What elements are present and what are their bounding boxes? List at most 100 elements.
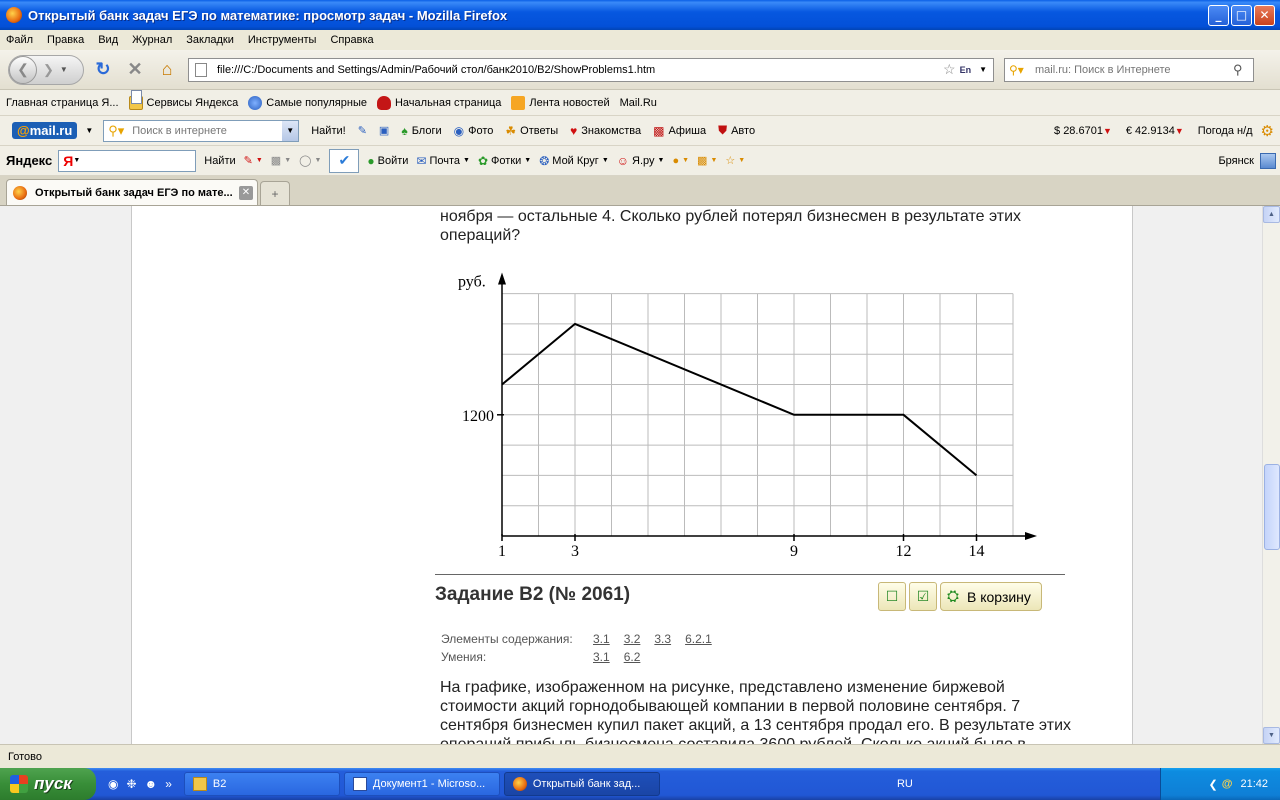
comment-icon[interactable]: ◯ ▼ [299, 154, 321, 167]
menu-bookmarks[interactable]: Закладки [186, 34, 234, 46]
taskbar-button-word[interactable]: Документ1 - Microso... [343, 772, 500, 796]
history-dropdown-icon[interactable]: ▼ [60, 65, 68, 74]
money-icon[interactable]: ● ▼ [672, 155, 689, 167]
menu-help[interactable]: Справка [330, 34, 373, 46]
menu-view[interactable]: Вид [98, 34, 118, 46]
start-button[interactable]: пуск [0, 768, 96, 800]
minimize-button[interactable]: _ [1208, 4, 1229, 26]
chevron-right-icon[interactable]: » [165, 777, 172, 791]
language-indicator[interactable]: RU [897, 778, 913, 790]
weather[interactable]: Погода н/д [1198, 125, 1253, 137]
search-icon[interactable]: ⚲ [1233, 62, 1253, 78]
menu-tools[interactable]: Инструменты [248, 34, 317, 46]
solution-icon[interactable]: ☐ [878, 582, 906, 611]
answer-icon[interactable]: ☑ [909, 582, 937, 611]
mailru-find-button[interactable]: Найти! [311, 125, 345, 137]
close-tab-icon[interactable]: ✕ [239, 185, 253, 200]
taskbar-button-folder[interactable]: B2 [183, 772, 340, 796]
menu-history[interactable]: Журнал [132, 34, 172, 46]
mailru-logo[interactable]: @mail.ru [12, 122, 78, 139]
chevron-down-icon[interactable]: ▼ [85, 126, 93, 135]
mailru-afisha[interactable]: ▩ Афиша [653, 124, 706, 138]
network-icon[interactable]: ❮ [1209, 778, 1218, 791]
star-icon[interactable]: ☆ ▼ [725, 154, 745, 167]
eur-rate[interactable]: € 42.9134▼ [1126, 125, 1184, 137]
status-text: Готово [8, 750, 42, 763]
maximize-button[interactable]: □ [1231, 4, 1252, 26]
ie-icon[interactable]: ◉ [108, 777, 118, 791]
url-dropdown-icon[interactable]: ▼ [979, 65, 987, 74]
reload-button[interactable]: ↻ [90, 57, 116, 83]
yandex-photos[interactable]: ✿ Фотки ▼ [478, 154, 531, 168]
back-button[interactable]: ❮ [9, 55, 37, 84]
yandex-find-button[interactable]: Найти [204, 155, 235, 167]
search-engine-icon[interactable]: ⚲▾ [1005, 63, 1035, 77]
add-to-cart-button[interactable]: ⛭ В корзину [940, 582, 1042, 611]
content-link[interactable]: 3.2 [624, 632, 641, 646]
url-bar[interactable]: file:///C:/Documents and Settings/Admin/… [188, 57, 994, 82]
mailru-blogs[interactable]: ♠ Блоги [401, 124, 441, 138]
divider [435, 574, 1065, 575]
signal-icon[interactable]: ▩ ▼ [271, 154, 291, 167]
gear-icon[interactable]: ⚙ [1261, 122, 1274, 140]
mail-agent-icon[interactable]: @ [1222, 778, 1233, 790]
task-tools: ☐ ☑ ⛭ В корзину [878, 582, 1042, 611]
highlighter-icon[interactable]: ✎ ▼ [244, 154, 263, 167]
mailru-photo[interactable]: ◉ Фото [454, 124, 494, 138]
bookmark-star-icon[interactable]: ☆ [943, 61, 956, 78]
mailru-auto[interactable]: ⛊ Авто [718, 123, 755, 138]
new-tab-button[interactable]: + [260, 181, 290, 205]
yandex-my-circle[interactable]: ❂ Мой Круг ▼ [539, 154, 609, 168]
skill-link[interactable]: 6.2 [624, 650, 641, 664]
search-input[interactable] [1035, 63, 1233, 76]
tab-problem-bank[interactable]: Открытый банк задач ЕГЭ по мате... ✕ [6, 179, 258, 205]
media-icon[interactable]: ❉ [126, 777, 136, 791]
forward-button[interactable]: ❯ [43, 62, 54, 78]
yandex-logo[interactable]: Яндекс [6, 153, 52, 168]
home-red-icon [376, 95, 391, 110]
menu-file[interactable]: Файл [6, 34, 33, 46]
skill-link[interactable]: 3.1 [593, 650, 610, 664]
mailru-search-field[interactable]: ⚲▾ Поиск в интернете ▼ [103, 119, 300, 142]
home-button[interactable]: ⌂ [154, 57, 180, 83]
chevron-down-icon[interactable]: ▼ [282, 120, 299, 141]
task-text-line: операций прибыль бизнесмена составила 36… [440, 735, 1080, 744]
url-text[interactable]: file:///C:/Documents and Settings/Admin/… [217, 64, 943, 76]
taskbar-button-firefox[interactable]: Открытый банк зад... [503, 772, 660, 796]
messenger-icon[interactable]: ☻ [145, 777, 158, 791]
city[interactable]: Брянск [1218, 155, 1254, 167]
usd-rate[interactable]: $ 28.6701▼ [1054, 125, 1112, 137]
x-tick-label: 1 [498, 543, 506, 558]
yandex-search-input[interactable]: Я ▼ [58, 149, 197, 172]
bookmark-mailru[interactable]: Mail.Ru [131, 90, 657, 109]
content-link[interactable]: 6.2.1 [685, 632, 712, 646]
menu-edit[interactable]: Правка [47, 34, 84, 46]
scroll-up-icon[interactable]: ▲ [1263, 206, 1280, 223]
close-button[interactable]: ✕ [1254, 4, 1275, 26]
content-link[interactable]: 3.3 [654, 632, 671, 646]
bookmark-start-page[interactable]: Начальная страница [376, 95, 501, 110]
task-text-line: На графике, изображенном на рисунке, пре… [440, 679, 1005, 696]
bookmark-yandex-services[interactable]: Сервисы Яндекса [128, 95, 238, 110]
bookmark-yandex-home[interactable]: Главная страница Я... [6, 90, 142, 109]
yandex-ya-ru[interactable]: ☺ Я.ру ▼ [617, 154, 665, 168]
spellcheck-icon[interactable]: ✔ [329, 148, 360, 173]
vertical-scrollbar[interactable]: ▲ ▼ [1262, 206, 1280, 744]
scroll-down-icon[interactable]: ▼ [1263, 727, 1280, 744]
bookmark-news-feed[interactable]: Лента новостей [511, 95, 610, 110]
market-icon[interactable]: ▩ ▼ [697, 154, 717, 167]
content-link[interactable]: 3.1 [593, 632, 610, 646]
stop-button[interactable]: ✕ [122, 57, 148, 83]
scroll-thumb[interactable] [1264, 464, 1280, 550]
yandex-mail[interactable]: ✉ Почта ▼ [416, 154, 470, 168]
mailru-answers[interactable]: ☘ Ответы [505, 124, 558, 138]
page-search-icon[interactable]: ▣ [379, 124, 389, 137]
clock: 21:42 [1240, 778, 1268, 790]
yandex-login[interactable]: ● Войти [367, 154, 408, 168]
pencil-icon[interactable]: ✎ [358, 124, 367, 137]
bookmark-most-popular[interactable]: Самые популярные [248, 95, 367, 110]
mailru-dating[interactable]: ♥ Знакомства [570, 124, 641, 138]
window-icon[interactable] [1260, 152, 1276, 169]
task-text-line: стоимости акций горнодобывающей компании… [440, 698, 1021, 715]
search-box[interactable]: ⚲▾ ⚲ [1004, 57, 1254, 82]
